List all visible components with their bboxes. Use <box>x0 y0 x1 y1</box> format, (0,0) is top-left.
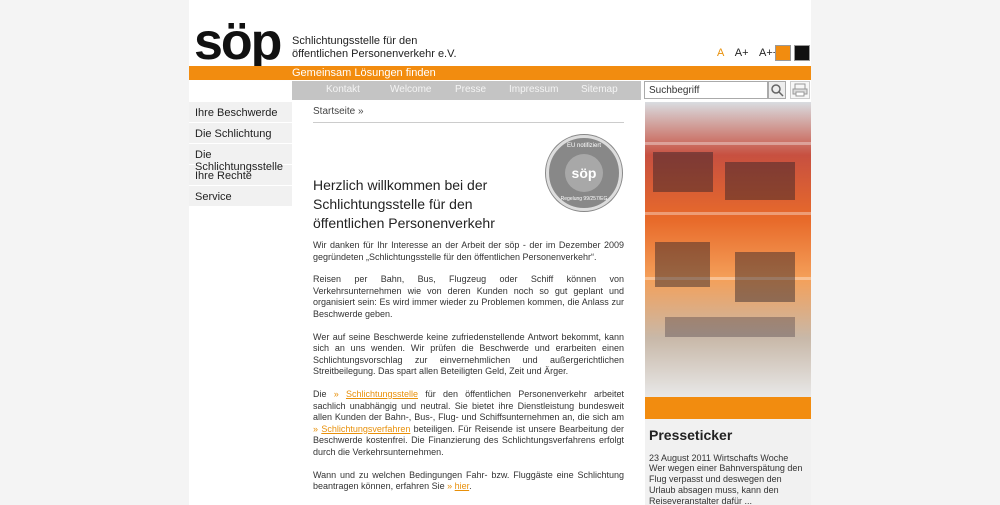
font-size-a-plus[interactable]: A+ <box>735 47 749 59</box>
seal-logo: söp <box>565 154 603 192</box>
main-content: Startseite » EU notifiziert söp Regelung… <box>313 102 624 491</box>
sidebar-item-schlichtungsstelle[interactable]: Die Schlichtungsstelle <box>189 144 292 173</box>
top-nav: Kontakt Welcome Presse Impressum Sitemap <box>292 81 641 100</box>
nav-welcome[interactable]: Welcome <box>390 84 432 95</box>
link-arrow-icon: » <box>333 388 339 399</box>
header-bus-photo <box>645 102 811 397</box>
seal-bottom-text: Regelung 99/257/EG <box>560 196 608 202</box>
press-ticker: Presseticker 23 August 2011 Wirtschafts … <box>645 419 811 505</box>
nav-impressum[interactable]: Impressum <box>509 84 558 95</box>
photo-caption-band <box>645 397 811 419</box>
sidebar-nav: Ihre Beschwerde Die Schlichtung Die Schl… <box>189 102 292 207</box>
paragraph-2: Reisen per Bahn, Bus, Flugzeug oder Schi… <box>313 274 624 319</box>
page-container: söp Schlichtungsstelle für den öffentlic… <box>189 0 811 505</box>
breadcrumb[interactable]: Startseite » <box>313 102 624 123</box>
print-button[interactable] <box>790 81 810 99</box>
color-theme-black-button[interactable] <box>794 45 810 61</box>
nav-kontakt[interactable]: Kontakt <box>326 84 360 95</box>
logo[interactable]: söp <box>194 16 282 68</box>
paragraph-5: Wann und zu welchen Bedingungen Fahr- bz… <box>313 469 624 492</box>
paragraph-1: Wir danken für Ihr Interesse an der Arbe… <box>313 240 624 262</box>
sidebar-item-schlichtung[interactable]: Die Schlichtung <box>189 123 292 144</box>
sidebar-item-beschwerde[interactable]: Ihre Beschwerde <box>189 102 292 123</box>
search-icon <box>771 84 784 97</box>
link-schlichtungsstelle[interactable]: Schlichtungsstelle <box>346 389 418 399</box>
search-input[interactable] <box>644 81 768 99</box>
tagline-line2: öffentlichen Personenverkehr e.V. <box>292 48 457 60</box>
ticker-title: Presseticker <box>649 427 733 443</box>
tagline-line1: Schlichtungsstelle für den <box>292 35 418 47</box>
slogan-bar: Gemeinsam Lösungen finden <box>189 66 811 80</box>
sidebar-item-service[interactable]: Service <box>189 186 292 207</box>
slogan: Gemeinsam Lösungen finden <box>292 67 436 79</box>
ticker-text[interactable]: Wer wegen einer Bahnverspätung den Flug … <box>649 463 807 505</box>
link-arrow-icon: » <box>447 481 453 492</box>
link-arrow-icon: » <box>313 423 319 434</box>
paragraph-3: Wer auf seine Beschwerde keine zufrieden… <box>313 331 624 377</box>
print-icon <box>792 83 808 97</box>
ticker-date: 23 August 2011 Wirtschafts Woche <box>649 453 789 463</box>
color-theme-orange-button[interactable] <box>775 45 791 61</box>
seal-top-text: EU notifiziert <box>566 143 601 149</box>
link-schlichtungsverfahren[interactable]: Schlichtungsverfahren <box>321 424 410 434</box>
eu-notified-seal: EU notifiziert söp Regelung 99/257/EG <box>546 135 622 211</box>
font-size-a[interactable]: A <box>717 47 724 59</box>
page-title: Herzlich willkommen bei der Schlichtungs… <box>313 177 495 231</box>
nav-sitemap[interactable]: Sitemap <box>581 84 618 95</box>
paragraph-4: Die » Schlichtungsstelle für den öffentl… <box>313 388 624 457</box>
link-hier[interactable]: hier <box>455 481 470 491</box>
search-button[interactable] <box>768 81 786 99</box>
nav-presse[interactable]: Presse <box>455 84 486 95</box>
article-body: Wir danken für Ihr Interesse an der Arbe… <box>313 240 624 504</box>
tagline: Schlichtungsstelle für den öffentlichen … <box>292 35 457 61</box>
